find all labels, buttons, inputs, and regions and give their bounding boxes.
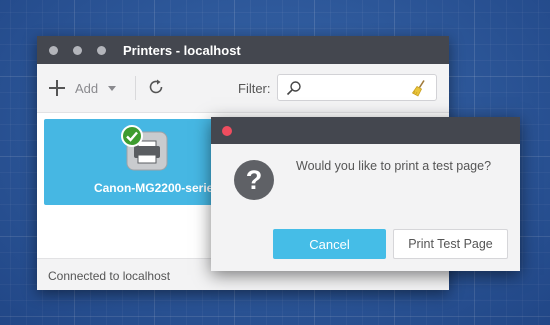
dialog-titlebar[interactable] bbox=[211, 117, 520, 144]
question-icon: ? bbox=[234, 160, 274, 200]
refresh-icon[interactable] bbox=[147, 78, 165, 96]
printer-name: Canon-MG2200-series bbox=[93, 181, 220, 195]
add-label: Add bbox=[75, 80, 99, 96]
add-button[interactable]: Add bbox=[49, 78, 117, 98]
printer-item[interactable]: Canon-MG2200-series bbox=[44, 119, 220, 205]
print-test-page-button[interactable]: Print Test Page bbox=[393, 229, 508, 259]
clear-filter-icon[interactable] bbox=[410, 79, 428, 97]
svg-text:?: ? bbox=[246, 165, 263, 195]
window-titlebar[interactable]: Printers - localhost bbox=[37, 36, 449, 64]
cancel-button[interactable]: Cancel bbox=[273, 229, 386, 259]
filter-input[interactable] bbox=[277, 74, 437, 101]
window-maximize-dot[interactable] bbox=[97, 46, 106, 55]
toolbar-separator bbox=[135, 76, 136, 100]
check-badge-icon bbox=[121, 125, 143, 147]
filter-label: Filter: bbox=[238, 81, 271, 96]
dialog-message: Would you like to print a test page? bbox=[296, 159, 492, 173]
plus-icon bbox=[49, 80, 65, 96]
dialog-close-dot[interactable] bbox=[222, 126, 232, 136]
test-page-dialog: ? Would you like to print a test page? C… bbox=[211, 117, 520, 271]
window-title: Printers - localhost bbox=[123, 43, 241, 58]
status-text: Connected to localhost bbox=[48, 269, 171, 283]
window-close-dot[interactable] bbox=[49, 46, 58, 55]
toolbar: Add Filter: bbox=[37, 64, 449, 113]
chevron-down-icon[interactable] bbox=[108, 85, 117, 91]
search-icon bbox=[286, 81, 301, 96]
window-minimize-dot[interactable] bbox=[73, 46, 82, 55]
